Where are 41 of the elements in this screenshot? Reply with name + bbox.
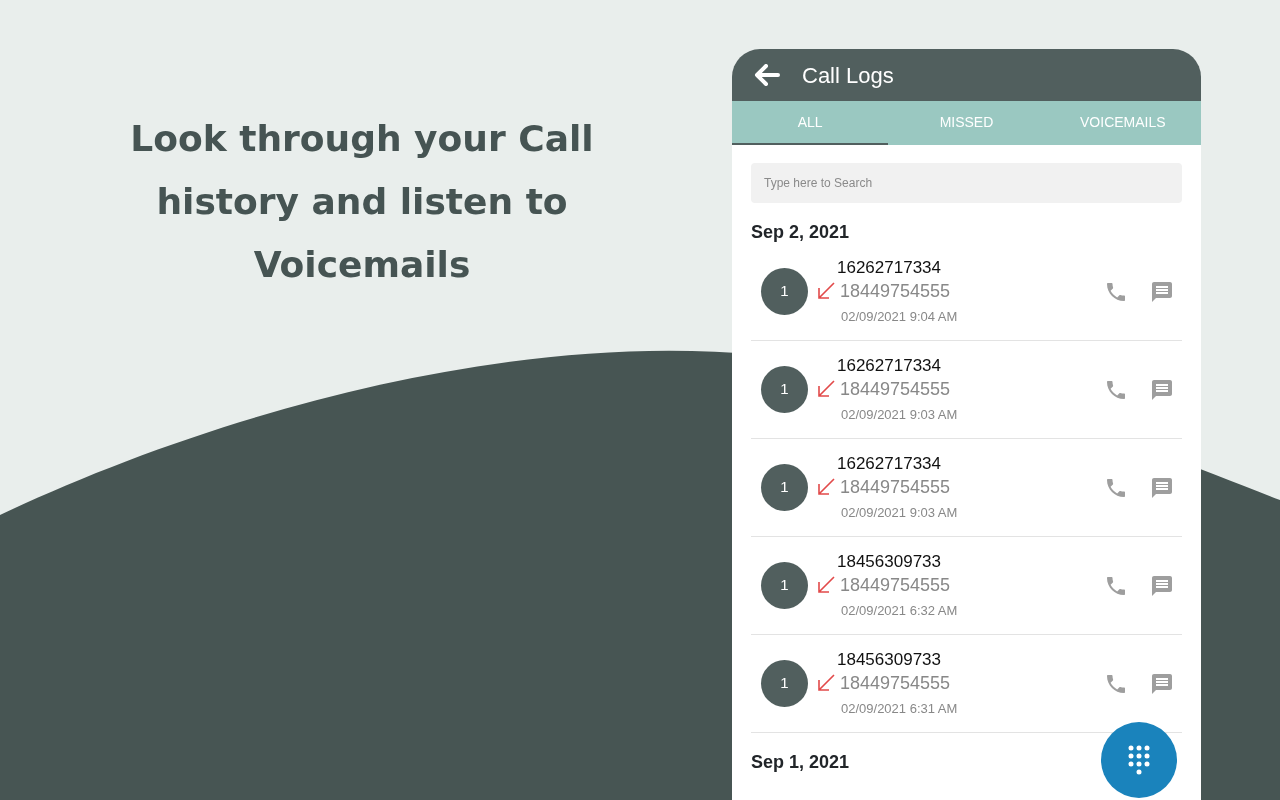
caller-number: 18456309733 — [837, 648, 942, 671]
call-time: 02/09/2021 6:32 AM — [841, 601, 958, 620]
search-field[interactable]: Type here to Search — [751, 163, 1182, 203]
call-row[interactable]: 1 16262717334 18449754555 02/09/2021 9:03 AM — [751, 341, 1182, 439]
message-icon[interactable] — [1150, 475, 1174, 500]
avatar: 1 — [761, 562, 808, 609]
call-row[interactable]: 1 16262717334 18449754555 02/09/2021 9:03 AM — [751, 439, 1182, 537]
message-icon[interactable] — [1150, 377, 1174, 402]
dialpad-icon — [1127, 744, 1151, 776]
message-icon[interactable] — [1150, 279, 1174, 304]
dialed-number: 18449754555 — [840, 475, 951, 499]
call-time: 02/09/2021 9:03 AM — [841, 405, 958, 424]
avatar: 1 — [761, 268, 808, 315]
call-time: 02/09/2021 9:04 AM — [841, 307, 958, 326]
call-row[interactable]: 1 16262717334 18449754555 02/09/2021 9:04 AM — [751, 243, 1182, 341]
headline: Look through your Call history and listen to Voicemails — [129, 117, 595, 287]
call-time: 02/09/2021 6:31 AM — [841, 699, 958, 718]
arrow-icon — [816, 672, 836, 693]
call-time: 02/09/2021 9:03 AM — [841, 503, 958, 522]
caller-number: 16262717334 — [837, 256, 942, 279]
app-title: Call Logs — [802, 61, 894, 90]
date-heading: Sep 1, 2021 — [751, 751, 850, 773]
arrow-icon — [816, 280, 836, 301]
call-row[interactable]: 1 18456309733 18449754555 02/09/2021 6:32 AM — [751, 537, 1182, 635]
dialed-number: 18449754555 — [840, 573, 951, 597]
dialed-number: 18449754555 — [840, 279, 951, 303]
arrow-icon — [816, 476, 836, 497]
arrow-icon — [816, 574, 836, 595]
dialed-number: 18449754555 — [840, 671, 951, 695]
message-icon[interactable] — [1150, 671, 1174, 696]
avatar: 1 — [761, 464, 808, 511]
arrow-icon — [816, 378, 836, 399]
avatar: 1 — [761, 366, 808, 413]
dialed-number: 18449754555 — [840, 377, 951, 401]
back-arrow-icon[interactable] — [754, 64, 780, 86]
avatar: 1 — [761, 660, 808, 707]
message-icon[interactable] — [1150, 573, 1174, 598]
caller-number: 18456309733 — [837, 550, 942, 573]
caller-number: 16262717334 — [837, 354, 942, 377]
caller-number: 16262717334 — [837, 452, 942, 475]
date-heading: Sep 2, 2021 — [751, 221, 850, 243]
